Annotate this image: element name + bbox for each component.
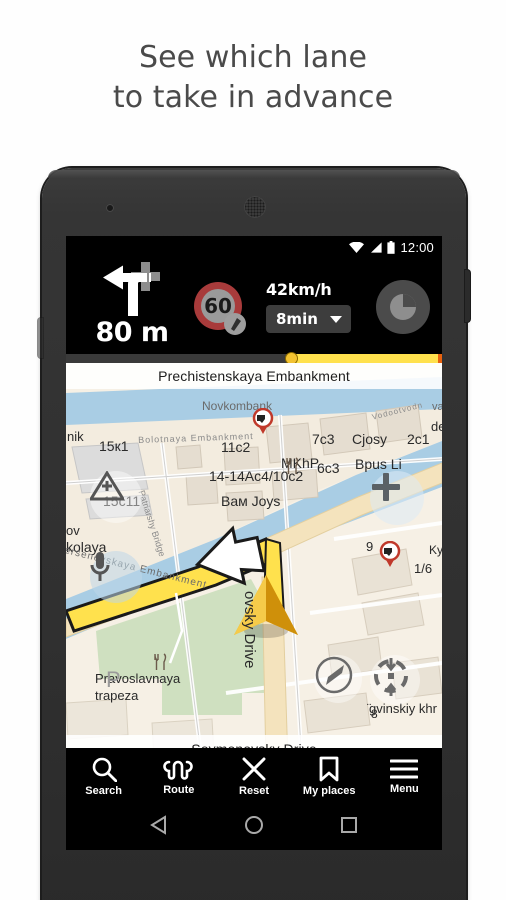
voice-search-button[interactable] [90,551,142,603]
map-label: 9 [366,539,374,554]
toolbar-my-places[interactable]: My places [292,756,367,797]
android-recents-button[interactable] [338,814,360,841]
android-back-button[interactable] [148,814,170,841]
bottom-toolbar: Search Route Reset My places Menu [66,748,442,804]
crosshair-target-icon [374,658,408,696]
compass-button[interactable] [314,655,362,703]
status-bar-clock: 12:00 [400,239,434,255]
headline-line-2: to take in advance [112,80,394,115]
speed-limit-value: 60 [204,294,232,318]
parking-icon: P [106,667,121,691]
turn-left-at-intersection-icon [103,262,160,316]
headline-line-1: See which lane [138,40,367,75]
street-banner-top: Prechistenskaya Embankment [66,363,442,389]
current-speed: 42km/h [266,280,332,299]
wifi-icon [349,241,365,253]
toolbar-reset-label: Reset [239,784,269,797]
plus-icon [372,473,400,501]
map-label: Bрus Li [355,456,402,472]
map-label: Cjosy [352,431,388,447]
page-title: See which lane to take in advance [0,38,506,118]
map-canvas[interactable]: Novkombank Bolotnaya Embankment nik 15к1 11c… [66,363,442,763]
map-label: 6c3 [317,460,340,476]
warning-report-button[interactable] [90,471,142,523]
chevron-down-icon [329,315,342,323]
status-bar: 12:00 [66,236,442,258]
toolbar-route[interactable]: Route [141,757,216,796]
speed-limit-sign[interactable]: 60 [192,280,252,340]
map-label: 15к1 [99,438,129,454]
bookmark-icon [319,756,339,781]
phone-device-frame: 12:00 80 m 60 42km/h 8min Novkombank Bol… [38,168,470,900]
navigation-header: 80 m 60 42km/h 8min [66,258,442,354]
distance-to-maneuver: 80 m [95,317,169,348]
toolbar-menu-label: Menu [390,782,419,795]
eta-dropdown[interactable]: 8min [266,305,351,333]
map-label: de [431,419,442,434]
speed-and-eta-block: 42km/h 8min [266,280,366,333]
speed-camera-icon [379,541,401,567]
android-recents-square-icon [340,816,357,833]
toolbar-search-label: Search [85,784,122,797]
search-icon [92,757,117,782]
maneuver-block: 80 m [84,260,180,347]
map-label: 11c2 [221,439,251,455]
android-home-button[interactable] [243,814,265,841]
phone-screen: 12:00 80 m 60 42km/h 8min Novkombank Bol… [66,236,442,804]
map-label: vа [432,401,442,413]
compass-needle-icon [315,656,353,694]
map-label: 1/6 [414,561,433,576]
toolbar-menu[interactable]: Menu [367,758,442,795]
front-camera-icon [106,204,114,212]
map-label: ovsky Drive [241,591,258,669]
toolbar-my-places-label: My places [302,784,356,797]
android-back-triangle-icon [150,814,167,835]
toolbar-reset[interactable]: Reset [216,756,291,797]
hamburger-menu-icon [390,759,419,778]
map-label: Kу [429,543,442,557]
route-progress-bar[interactable] [66,353,442,364]
svg-text:P: P [106,667,121,691]
speed-camera-icon [252,408,274,434]
power-button[interactable] [465,270,470,322]
toolbar-search[interactable]: Search [66,756,141,797]
zoom-in-button[interactable] [370,471,424,525]
toolbar-route-label: Route [163,783,195,796]
map-label: 2c1 [407,431,430,447]
system-navigation-bar [66,804,442,850]
sound-toggle-icon [390,294,416,320]
battery-full-icon [387,240,396,254]
earpiece-speaker-icon [244,196,266,218]
route-progress-remaining [291,354,439,363]
map-label: 7c3 [312,431,335,447]
map-label: Baм Joys [221,493,281,509]
map-label: 8 [371,707,378,721]
android-home-circle-icon [244,815,263,834]
eta-value: 8min [276,310,318,328]
map-label: ov [66,523,80,538]
route-icon [163,760,193,780]
route-progress-destination [438,354,442,363]
sound-toggle-button[interactable] [376,280,430,334]
cellular-signal-icon [371,241,383,253]
restaurant-icon [286,457,299,474]
restaurant-icon [154,653,167,670]
warning-triangle-icon [90,471,124,501]
recenter-button[interactable] [370,655,420,705]
phone-bezel-highlight [48,170,460,178]
microphone-icon [90,552,110,581]
close-x-icon [242,757,266,780]
volume-button[interactable] [38,318,43,358]
promo-screenshot: See which lane to take in advance 12:00 … [0,0,506,900]
map-label: nik [67,429,84,444]
